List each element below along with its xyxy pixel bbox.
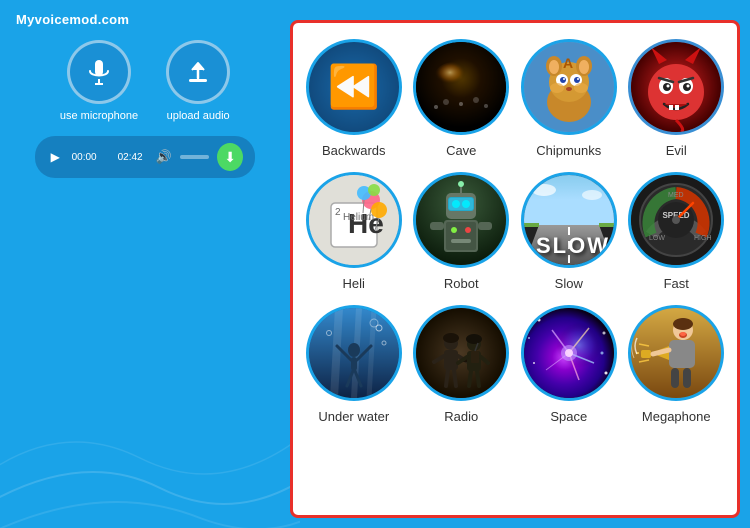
microphone-control: use microphone (60, 40, 138, 122)
effect-robot-label: Robot (444, 276, 479, 291)
effect-backwards-label: Backwards (322, 143, 386, 158)
evil-svg (631, 42, 721, 132)
svg-text:LOW: LOW (649, 235, 665, 242)
effect-heli-circle: He Helium 2 (306, 172, 402, 268)
total-time: 02:42 (118, 152, 148, 163)
effect-underwater[interactable]: Under water (305, 305, 403, 424)
underwater-svg (309, 308, 399, 398)
upload-control: upload audio (166, 40, 230, 122)
svg-text:MED: MED (668, 192, 684, 199)
effect-robot-circle (413, 172, 509, 268)
effect-underwater-label: Under water (318, 409, 389, 424)
effect-megaphone-label: Megaphone (642, 409, 711, 424)
effect-slow-label: Slow (555, 276, 583, 291)
effect-cave[interactable]: Cave (413, 39, 511, 158)
effect-heli[interactable]: He Helium 2 Heli (305, 172, 403, 291)
left-panel: use microphone upload audio ▶ 00:00 02:4… (30, 40, 260, 178)
effect-fast-circle: SPEED LOW HIGH MED (628, 172, 724, 268)
effect-chipmunks-circle: A (521, 39, 617, 135)
effect-radio[interactable]: Radio (413, 305, 511, 424)
heli-svg: He Helium 2 (309, 175, 399, 265)
backwards-icon: ⏪ (328, 63, 380, 112)
effect-megaphone[interactable]: Megaphone (628, 305, 726, 424)
cave-svg (416, 42, 506, 132)
effect-evil-label: Evil (666, 143, 687, 158)
megaphone-svg (631, 308, 721, 398)
effect-chipmunks-label: Chipmunks (536, 143, 601, 158)
audio-player: ▶ 00:00 02:42 🔊 ⬇ (35, 136, 255, 178)
svg-text:SLOW: SLOW (536, 233, 610, 258)
upload-icon (184, 58, 212, 86)
current-time: 00:00 (72, 152, 102, 163)
effect-radio-circle (413, 305, 509, 401)
microphone-label: use microphone (60, 110, 138, 122)
effect-slow-circle: SLOW (521, 172, 617, 268)
radio-svg (416, 308, 506, 398)
fast-svg: SPEED LOW HIGH MED (631, 175, 721, 265)
svg-text:2: 2 (335, 207, 341, 218)
effect-fast[interactable]: SPEED LOW HIGH MED Fast (628, 172, 726, 291)
effect-evil-circle (628, 39, 724, 135)
svg-text:HIGH: HIGH (694, 235, 712, 242)
effect-backwards-circle: ⏪ (306, 39, 402, 135)
effect-cave-label: Cave (446, 143, 476, 158)
volume-icon[interactable]: 🔊 (156, 149, 172, 165)
upload-label: upload audio (167, 110, 230, 122)
robot-svg (416, 175, 506, 265)
effect-fast-label: Fast (664, 276, 689, 291)
effect-evil[interactable]: Evil (628, 39, 726, 158)
upload-button[interactable] (166, 40, 230, 104)
space-svg (524, 308, 614, 398)
effect-radio-label: Radio (444, 409, 478, 424)
chipmunks-svg: A (524, 42, 614, 132)
volume-slider[interactable] (180, 155, 209, 159)
svg-text:A: A (563, 55, 573, 71)
effect-space-circle (521, 305, 617, 401)
branding-text: Myvoicemod.com (16, 12, 129, 27)
effect-chipmunks[interactable]: A Chipmunks (520, 39, 618, 158)
effect-cave-circle (413, 39, 509, 135)
effect-space[interactable]: Space (520, 305, 618, 424)
microphone-icon (85, 58, 113, 86)
effect-space-label: Space (550, 409, 587, 424)
effects-grid: ⏪ Backwards (305, 39, 725, 424)
effects-panel: ⏪ Backwards (290, 20, 740, 518)
slow-svg: SLOW (524, 175, 614, 265)
microphone-button[interactable] (67, 40, 131, 104)
effect-backwards[interactable]: ⏪ Backwards (305, 39, 403, 158)
play-button[interactable]: ▶ (47, 148, 64, 166)
input-controls-row: use microphone upload audio (60, 40, 230, 122)
effect-slow[interactable]: SLOW Slow (520, 172, 618, 291)
effect-megaphone-circle (628, 305, 724, 401)
download-button[interactable]: ⬇ (217, 143, 243, 171)
background-decoration (0, 328, 300, 528)
effect-underwater-circle (306, 305, 402, 401)
effect-robot[interactable]: Robot (413, 172, 511, 291)
effect-heli-label: Heli (343, 276, 365, 291)
